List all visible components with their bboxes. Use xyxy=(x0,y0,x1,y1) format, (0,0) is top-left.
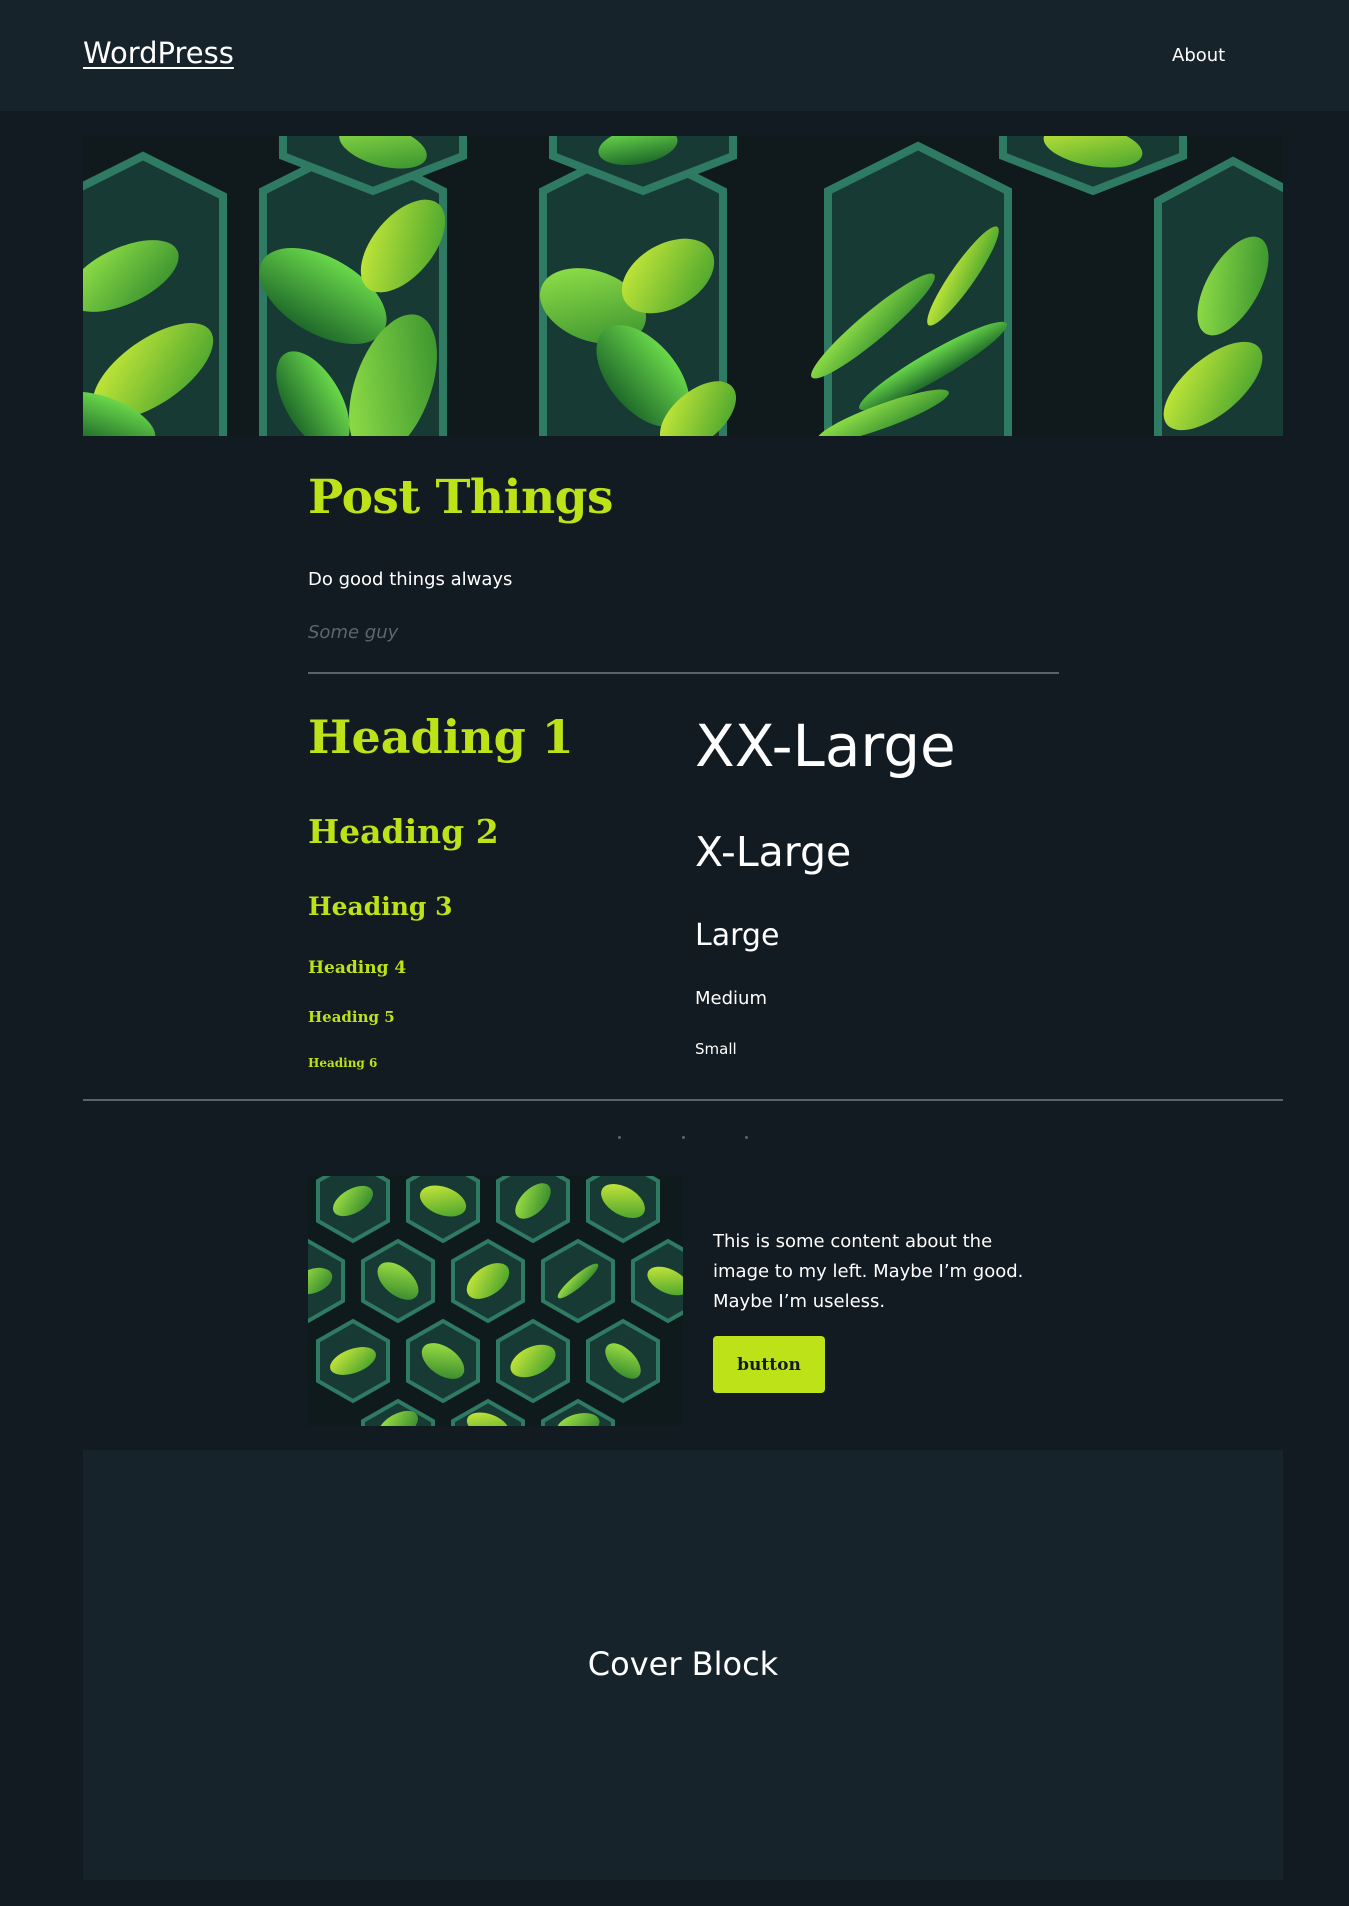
nav-item-about[interactable]: About xyxy=(1172,45,1225,66)
media-text-content: This is some content about the image to … xyxy=(713,1231,1024,1312)
site-header: WordPress About xyxy=(0,0,1349,111)
cover-block: Cover Block xyxy=(83,1450,1283,1880)
heading-1: Heading 1 xyxy=(308,710,574,764)
quote-text: Do good things always xyxy=(308,569,513,590)
dot xyxy=(745,1136,748,1139)
button[interactable]: button xyxy=(713,1336,825,1393)
font-size-xx-large: XX-Large xyxy=(695,712,956,780)
site-title-link[interactable]: WordPress xyxy=(83,36,234,70)
dot xyxy=(681,1136,685,1139)
separator xyxy=(308,672,1059,674)
leaves-hexagon-banner-image xyxy=(83,136,1283,436)
media-image xyxy=(308,1176,683,1426)
heading-4: Heading 4 xyxy=(308,958,407,978)
hero-image xyxy=(83,136,1283,436)
quote-citation: Some guy xyxy=(308,622,399,643)
dots-separator xyxy=(618,1136,748,1140)
heading-5: Heading 5 xyxy=(308,1008,395,1026)
font-size-x-large: X-Large xyxy=(695,828,852,876)
font-size-large: Large xyxy=(695,918,780,953)
cover-title: Cover Block xyxy=(587,1645,779,1683)
dot xyxy=(618,1136,621,1139)
font-size-medium: Medium xyxy=(695,988,767,1009)
heading-6: Heading 6 xyxy=(308,1056,378,1070)
heading-3: Heading 3 xyxy=(308,892,453,921)
font-size-small: Small xyxy=(695,1040,737,1058)
post-title: Post Things xyxy=(308,470,613,525)
heading-2: Heading 2 xyxy=(308,812,499,851)
separator-wide xyxy=(83,1099,1283,1101)
leaves-hexagon-grid-image xyxy=(308,1176,683,1426)
